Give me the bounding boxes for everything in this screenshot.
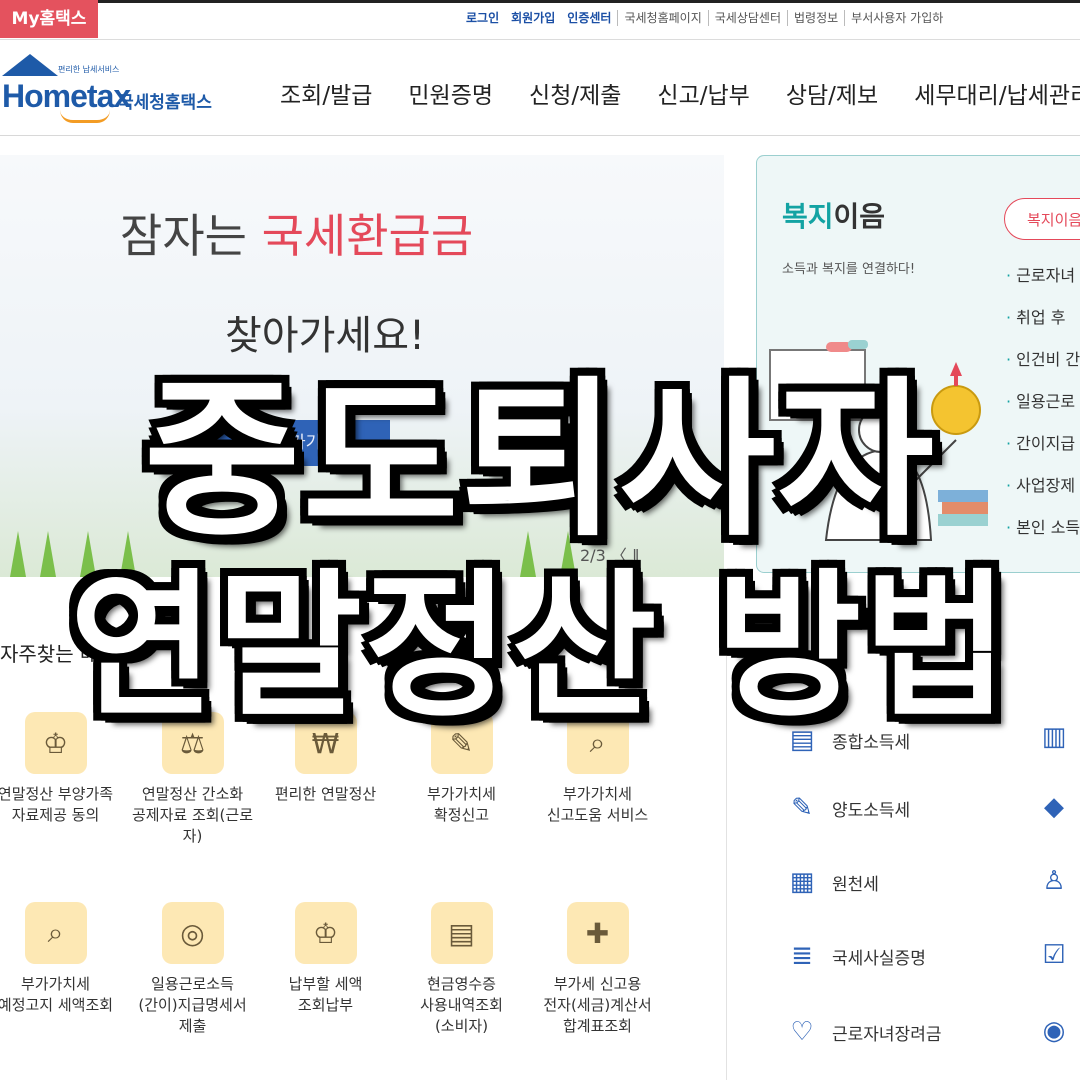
favorite-label: 부가가치세 예정고지 세액조회 (0, 975, 114, 1014)
certificate-icon: ≣ (791, 941, 813, 971)
banner-go-button[interactable]: 바로가기 (190, 420, 390, 466)
building-icon[interactable]: ▥ (1036, 722, 1072, 758)
nts-home-link[interactable]: 국세청홈페이지 (617, 10, 707, 26)
main-nav: 조회/발급 민원증명 신청/제출 신고/납부 상담/제보 세무대리/납세관리 (280, 76, 1080, 110)
welfare-title-rest: 이음 (833, 200, 886, 233)
consult-center-link[interactable]: 국세상담센터 (707, 10, 787, 26)
vat-pen-icon: ✎ (430, 712, 493, 774)
cert-center-link[interactable]: 인증센터 (561, 10, 617, 26)
banner-headline: 잠자는 국세환급금 (120, 200, 473, 266)
welfare-item[interactable]: 인건비 간 (1006, 346, 1080, 388)
banner-pager[interactable]: 2/3 〈 ‖ (580, 542, 640, 566)
welfare-subtitle: 소득과 복지를 연결하다! (782, 262, 916, 277)
receipt-icon: ▤ (430, 902, 493, 964)
favorite-label: 부가가치세 신고도움 서비스 (546, 785, 649, 824)
diamond-icon[interactable]: ◆ (1036, 792, 1072, 828)
nav-tax-agent[interactable]: 세무대리/납세관리 (914, 76, 1080, 110)
favorite-item[interactable]: ◎ 일용근로소득 (간이)지급명세서 제출 (125, 902, 260, 1037)
favorite-label: 부가가치세 확정신고 (426, 785, 496, 824)
coin-icon: ◎ (161, 902, 224, 964)
nav-report-pay[interactable]: 신고/납부 (657, 76, 749, 110)
dept-user-link[interactable]: 부서사용자 가입하 (844, 10, 949, 26)
money-bag-icon: ♔ (294, 902, 357, 964)
logo-korean[interactable]: 국세청홈택스 (118, 88, 212, 113)
grass-decoration (120, 531, 136, 577)
grass-decoration (520, 531, 536, 577)
logo-smile-icon (60, 110, 110, 123)
law-info-link[interactable]: 법령정보 (787, 10, 844, 26)
transfer-doc-icon: ✎ (791, 793, 813, 823)
grass-decoration (560, 531, 576, 577)
favorite-item[interactable]: ▤ 현금영수증 사용내역조회 (소비자) (394, 902, 529, 1037)
grass-decoration (80, 531, 96, 577)
welfare-item[interactable]: 간이지급 (1006, 430, 1080, 472)
welfare-item[interactable]: 일용근로 (1006, 388, 1080, 430)
tax-menu-label: 종합소득세 (832, 732, 911, 753)
heart-hand-icon: ♡ (790, 1017, 814, 1047)
nav-consult[interactable]: 상담/제보 (786, 76, 878, 110)
coin-bag-icon: ⚖ (161, 712, 224, 774)
banner-headline-pre: 잠자는 (120, 209, 262, 263)
favorite-item[interactable]: ♔ 연말정산 부양가족 자료제공 동의 (0, 712, 123, 826)
nav-apply[interactable]: 신청/제출 (529, 76, 621, 110)
utility-links: 로그인 회원가입 인증센터 국세청홈페이지 국세상담센터 법령정보 부서사용자 … (460, 10, 949, 26)
person-icon[interactable]: ♙ (1036, 866, 1072, 902)
nav-inquiry[interactable]: 조회/발급 (280, 76, 372, 110)
favorite-item[interactable]: ✚ 부가세 신고용 전자(세금)계산서 합계표조회 (530, 902, 665, 1037)
tax-menu-label: 원천세 (832, 874, 879, 895)
welfare-item[interactable]: 본인 소득 (1006, 514, 1080, 556)
nav-certificates[interactable]: 민원증명 (408, 76, 493, 110)
tax-menu-label: 근로자녀장려금 (832, 1024, 942, 1045)
tax-menu-item[interactable]: ♡ 근로자녀장려금 (786, 1014, 941, 1050)
welfare-item[interactable]: 사업장제 (1006, 472, 1080, 514)
favorite-item[interactable]: ✎ 부가가치세 확정신고 (394, 712, 529, 826)
favorite-item[interactable]: ♔ 납부할 세액 조회납부 (258, 902, 393, 1016)
document-magnifier-icon: ⌕ (24, 902, 87, 964)
welfare-list: 근로자녀 취업 후 인건비 간 일용근로 간이지급 사업장제 본인 소득 (1006, 262, 1080, 556)
withholding-doc-icon: ▦ (789, 867, 815, 897)
welfare-item[interactable]: 취업 후 (1006, 304, 1080, 346)
grass-decoration (10, 531, 26, 577)
signup-link[interactable]: 회원가입 (505, 10, 561, 26)
favorite-item[interactable]: ⚖ 연말정산 간소화 공제자료 조회(근로 자) (125, 712, 260, 847)
coin-chat-icon[interactable]: ◉ (1036, 1016, 1072, 1052)
clipboard-check-icon[interactable]: ☑ (1036, 940, 1072, 976)
thumbnail-title-line2: 연말정산 방법 (69, 554, 1011, 739)
favorite-label: 부가세 신고용 전자(세금)계산서 합계표조회 (543, 975, 652, 1035)
document-plus-icon: ✚ (566, 902, 629, 964)
favorite-label: 편리한 연말정산 (274, 785, 377, 803)
tax-menu-item[interactable]: ▤ 종합소득세 (786, 722, 911, 758)
favorite-label: 납부할 세액 조회납부 (288, 975, 363, 1014)
tax-menu-item[interactable]: ✎ 양도소득세 (786, 790, 910, 826)
section-divider (726, 580, 727, 1080)
favorite-item[interactable]: ⌕ 부가가치세 예정고지 세액조회 (0, 902, 123, 1016)
tax-menu-item[interactable]: ▦ 원천세 (786, 864, 879, 900)
tax-menu-label: 양도소득세 (832, 800, 911, 821)
document-won-icon: ₩ (294, 712, 357, 774)
logo-tagline: 편리한 납세서비스 (58, 65, 120, 74)
favorite-label: 연말정산 간소화 공제자료 조회(근로 자) (131, 785, 254, 845)
welfare-title-highlight: 복지 (782, 200, 834, 233)
favorite-label: 현금영수증 사용내역조회 (소비자) (420, 975, 503, 1035)
login-link[interactable]: 로그인 (460, 10, 505, 26)
tax-doc-icon: ▤ (789, 725, 815, 755)
favorite-label: 연말정산 부양가족 자료제공 동의 (0, 785, 114, 824)
tax-menu-item[interactable]: ≣ 국세사실증명 (786, 938, 926, 974)
welfare-button[interactable]: 복지이음 (1004, 198, 1080, 240)
tax-menu-label: 국세사실증명 (832, 948, 926, 969)
welfare-illustration-icon (769, 340, 988, 541)
document-search-icon: ⌕ (566, 712, 629, 774)
favorite-item[interactable]: ⌕ 부가가치세 신고도움 서비스 (530, 712, 665, 826)
grass-decoration (40, 531, 56, 577)
favorites-title: 자주찾는 메뉴 (0, 642, 117, 666)
banner-subline: 찾아가세요! (225, 313, 426, 359)
logo-roof-icon (2, 54, 58, 76)
my-hometax-tab[interactable]: My홈택스 (0, 0, 98, 38)
banner-headline-highlight: 국세환급금 (261, 209, 474, 263)
welfare-title: 복지이음 (782, 195, 885, 235)
favorite-item[interactable]: ₩ 편리한 연말정산 (258, 712, 393, 805)
welfare-item[interactable]: 근로자녀 (1006, 262, 1080, 304)
favorite-label: 일용근로소득 (간이)지급명세서 제출 (138, 975, 247, 1035)
money-bag-icon: ♔ (24, 712, 87, 774)
